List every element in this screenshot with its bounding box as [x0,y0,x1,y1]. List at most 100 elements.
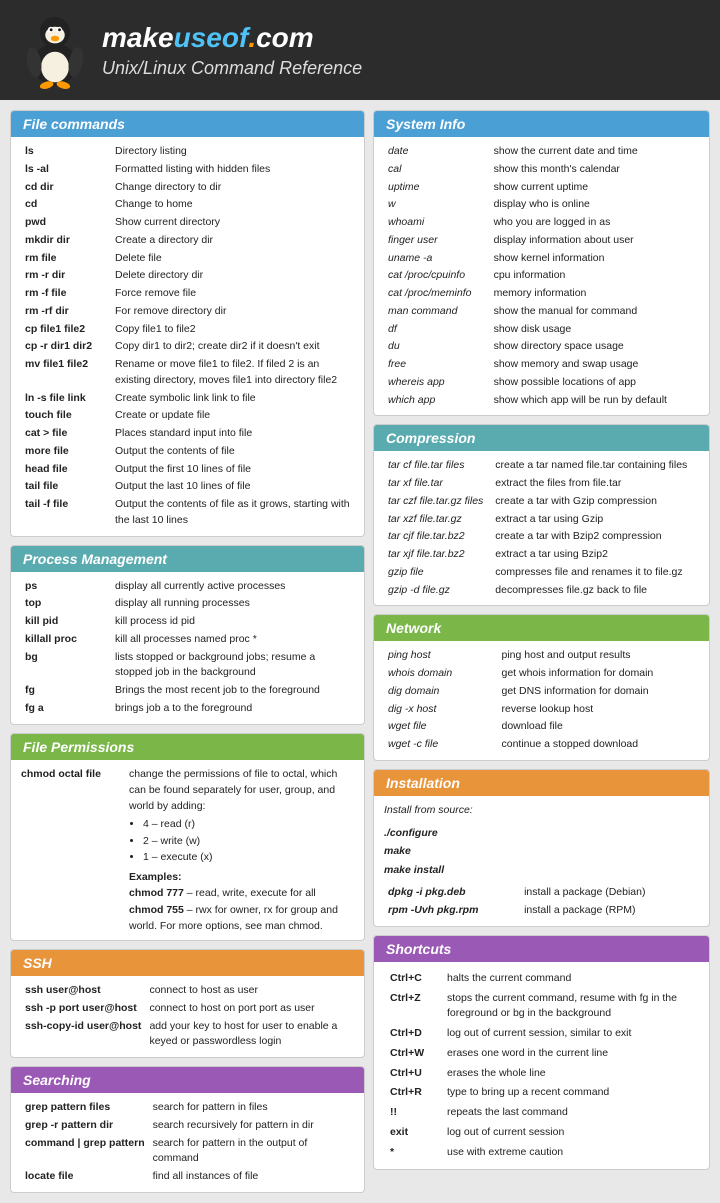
table-row: ssh -p port user@hostconnect to host on … [21,1000,354,1018]
perm-desc: change the permissions of file to octal,… [129,766,354,935]
system-info-table: dateshow the current date and timecalsho… [384,143,699,409]
brand-make: make [102,22,174,53]
install-source-cmds: ./configuremakemake install [384,824,699,881]
ssh-table: ssh user@hostconnect to host as userssh … [21,982,354,1051]
list-item: 1 – execute (x) [143,849,354,865]
installation-body: Install from source: ./configuremakemake… [374,796,709,926]
shortcuts-section: Shortcuts Ctrl+Chalts the current comman… [373,935,710,1171]
perm-cmd: chmod octal file [21,766,121,935]
table-row: touch fileCreate or update file [21,407,354,425]
table-row: exitlog out of current session [386,1124,697,1142]
table-row: kill pidkill process id pid [21,613,354,631]
table-row: ssh-copy-id user@hostadd your key to hos… [21,1018,354,1052]
shortcuts-title: Shortcuts [374,936,709,962]
table-row: dateshow the current date and time [384,143,699,161]
table-row: grep -r pattern dirsearch recursively fo… [21,1117,354,1135]
file-commands-body: lsDirectory listingls -alFormatted listi… [11,137,364,536]
table-row: rm fileDelete file [21,250,354,268]
table-row: mv file1 file2Rename or move file1 to fi… [21,356,354,390]
file-commands-title: File commands [11,111,364,137]
shortcuts-table: Ctrl+Chalts the current commandCtrl+Zsto… [384,968,699,1164]
table-row: wget filedownload file [384,718,699,736]
process-management-section: Process Management psdisplay all current… [10,545,365,725]
table-row: cdChange to home [21,196,354,214]
file-commands-section: File commands lsDirectory listingls -alF… [10,110,365,537]
brand-com: com [256,22,314,53]
file-commands-table: lsDirectory listingls -alFormatted listi… [21,143,354,530]
table-row: cat /proc/cpuinfocpu information [384,267,699,285]
page-subtitle: Unix/Linux Command Reference [102,58,362,79]
searching-section: Searching grep pattern filessearch for p… [10,1066,365,1193]
list-item: make [384,842,699,861]
list-item: 2 – write (w) [143,833,354,849]
list-item: chmod 755 – rwx for owner, rx for group … [129,902,354,935]
left-column: File commands lsDirectory listingls -alF… [10,110,365,1193]
network-title: Network [374,615,709,641]
shortcuts-body: Ctrl+Chalts the current commandCtrl+Zsto… [374,962,709,1170]
table-row: tar xjf file.tar.bz2extract a tar using … [384,546,699,564]
tux-logo [20,10,90,90]
file-permissions-section: File Permissions chmod octal file change… [10,733,365,942]
table-row: *use with extreme caution [386,1144,697,1162]
table-row: tar cf file.tar filescreate a tar named … [384,457,699,475]
table-row: gzip -d file.gzdecompresses file.gz back… [384,582,699,600]
table-row: tar cjf file.tar.bz2create a tar with Bz… [384,528,699,546]
table-row: head fileOutput the first 10 lines of fi… [21,461,354,479]
table-row: wdisplay who is online [384,196,699,214]
list-item: ./configure [384,824,699,843]
table-row: Ctrl+Chalts the current command [386,970,697,988]
table-row: rm -r dirDelete directory dir [21,267,354,285]
main-content: File commands lsDirectory listingls -alF… [0,100,720,1203]
header: makeuseof.com Unix/Linux Command Referen… [0,0,720,100]
table-row: bglists stopped or background jobs; resu… [21,649,354,683]
table-row: fgBrings the most recent job to the fore… [21,682,354,700]
searching-title: Searching [11,1067,364,1093]
list-item: chmod 777 – read, write, execute for all [129,885,354,901]
ssh-section: SSH ssh user@hostconnect to host as user… [10,949,365,1058]
network-section: Network ping hostping host and output re… [373,614,710,761]
compression-title: Compression [374,425,709,451]
table-row: Ctrl+Uerases the whole line [386,1065,697,1083]
compression-table: tar cf file.tar filescreate a tar named … [384,457,699,599]
table-row: gzip filecompresses file and renames it … [384,564,699,582]
perm-items-list: 4 – read (r)2 – write (w)1 – execute (x) [143,816,354,865]
table-row: rpm -Uvh pkg.rpminstall a package (RPM) [384,902,699,920]
file-permissions-title: File Permissions [11,734,364,760]
file-permissions-body: chmod octal file change the permissions … [11,760,364,941]
right-column: System Info dateshow the current date an… [373,110,710,1193]
brand-useof: useof [174,22,249,53]
perm-main-row: chmod octal file change the permissions … [21,766,354,935]
table-row: dushow directory space usage [384,338,699,356]
table-row: locate filefind all instances of file [21,1168,354,1186]
table-row: fg abrings job a to the foreground [21,700,354,718]
table-row: topdisplay all running processes [21,595,354,613]
ssh-title: SSH [11,950,364,976]
table-row: Ctrl+Werases one word in the current lin… [386,1045,697,1063]
table-row: cd dirChange directory to dir [21,179,354,197]
table-row: tail fileOutput the last 10 lines of fil… [21,478,354,496]
table-row: Ctrl+Rtype to bring up a recent command [386,1084,697,1102]
table-row: man commandshow the manual for command [384,303,699,321]
table-row: calshow this month's calendar [384,161,699,179]
table-row: psdisplay all currently active processes [21,578,354,596]
table-row: cp -r dir1 dir2Copy dir1 to dir2; create… [21,338,354,356]
logo-area: makeuseof.com Unix/Linux Command Referen… [20,10,362,90]
table-row: whoamiwho you are logged in as [384,214,699,232]
table-row: dig -x hostreverse lookup host [384,701,699,719]
table-row: tail -f fileOutput the contents of file … [21,496,354,530]
table-row: tar xf file.tarextract the files from fi… [384,475,699,493]
table-row: wget -c filecontinue a stopped download [384,736,699,754]
table-row: uptimeshow current uptime [384,179,699,197]
perm-desc-text: change the permissions of file to octal,… [129,768,337,813]
install-from-label: Install from source: [384,802,699,820]
table-row: dig domainget DNS information for domain [384,683,699,701]
process-management-title: Process Management [11,546,364,572]
install-pkg-table: dpkg -i pkg.debinstall a package (Debian… [384,884,699,920]
table-row: rm -f fileForce remove file [21,285,354,303]
table-row: freeshow memory and swap usage [384,356,699,374]
table-row: which appshow which app will be run by d… [384,392,699,410]
table-row: killall prockill all processes named pro… [21,631,354,649]
system-info-title: System Info [374,111,709,137]
system-info-section: System Info dateshow the current date an… [373,110,710,416]
table-row: cat > filePlaces standard input into fil… [21,425,354,443]
